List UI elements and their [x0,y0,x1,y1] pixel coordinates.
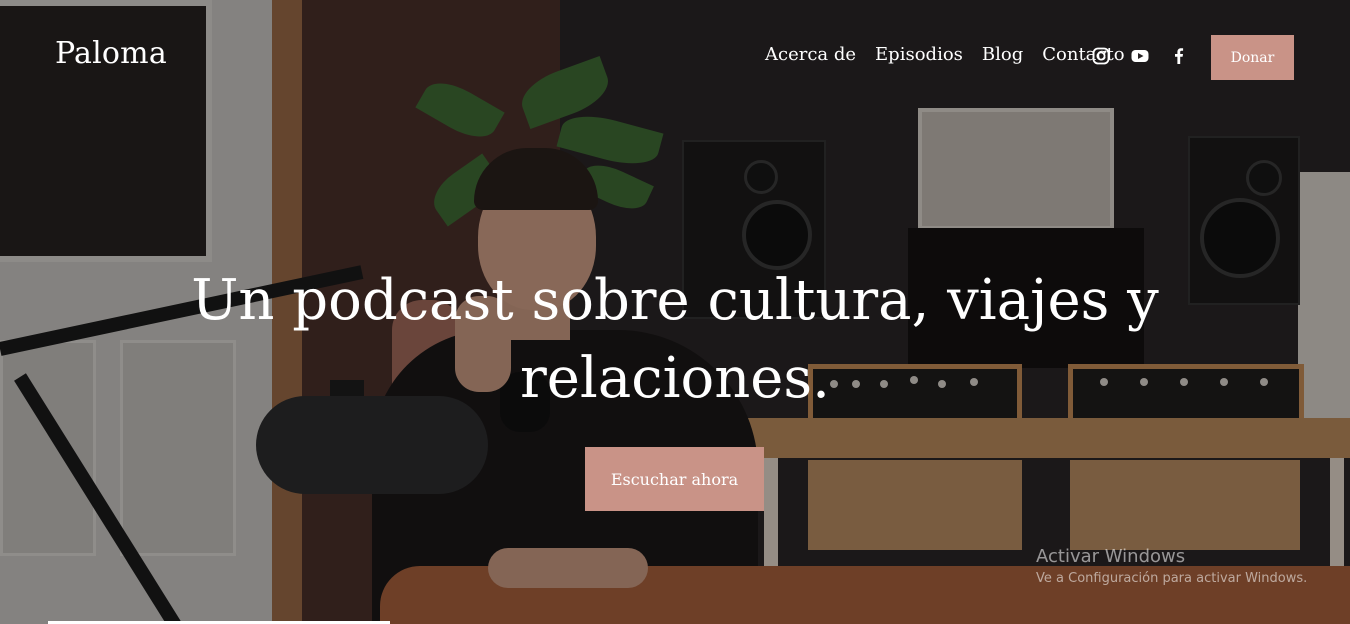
site-logo[interactable]: Paloma [55,36,167,71]
facebook-icon[interactable] [1171,47,1185,65]
nav-link-blog[interactable]: Blog [982,44,1023,65]
donate-button[interactable]: Donar [1211,35,1294,80]
nav-link-contacto[interactable]: Contacto [1042,44,1124,65]
hero-title: Un podcast sobre cultura, viajes y relac… [191,268,1159,411]
instagram-icon[interactable] [1092,47,1110,65]
windows-activation-subtitle: Ve a Configuración para activar Windows. [1036,571,1308,586]
main-nav: Acerca de Episodios Blog Contacto [765,44,1125,65]
nav-link-episodios[interactable]: Episodios [875,44,963,65]
hero-section: Paloma Acerca de Episodios Blog Contacto [0,0,1350,624]
youtube-icon[interactable] [1131,47,1149,65]
site-header: Paloma Acerca de Episodios Blog Contacto [0,0,1350,110]
listen-now-button[interactable]: Escuchar ahora [585,447,764,511]
windows-activation-title: Activar Windows [1036,546,1186,567]
nav-link-acerca-de[interactable]: Acerca de [765,44,856,65]
